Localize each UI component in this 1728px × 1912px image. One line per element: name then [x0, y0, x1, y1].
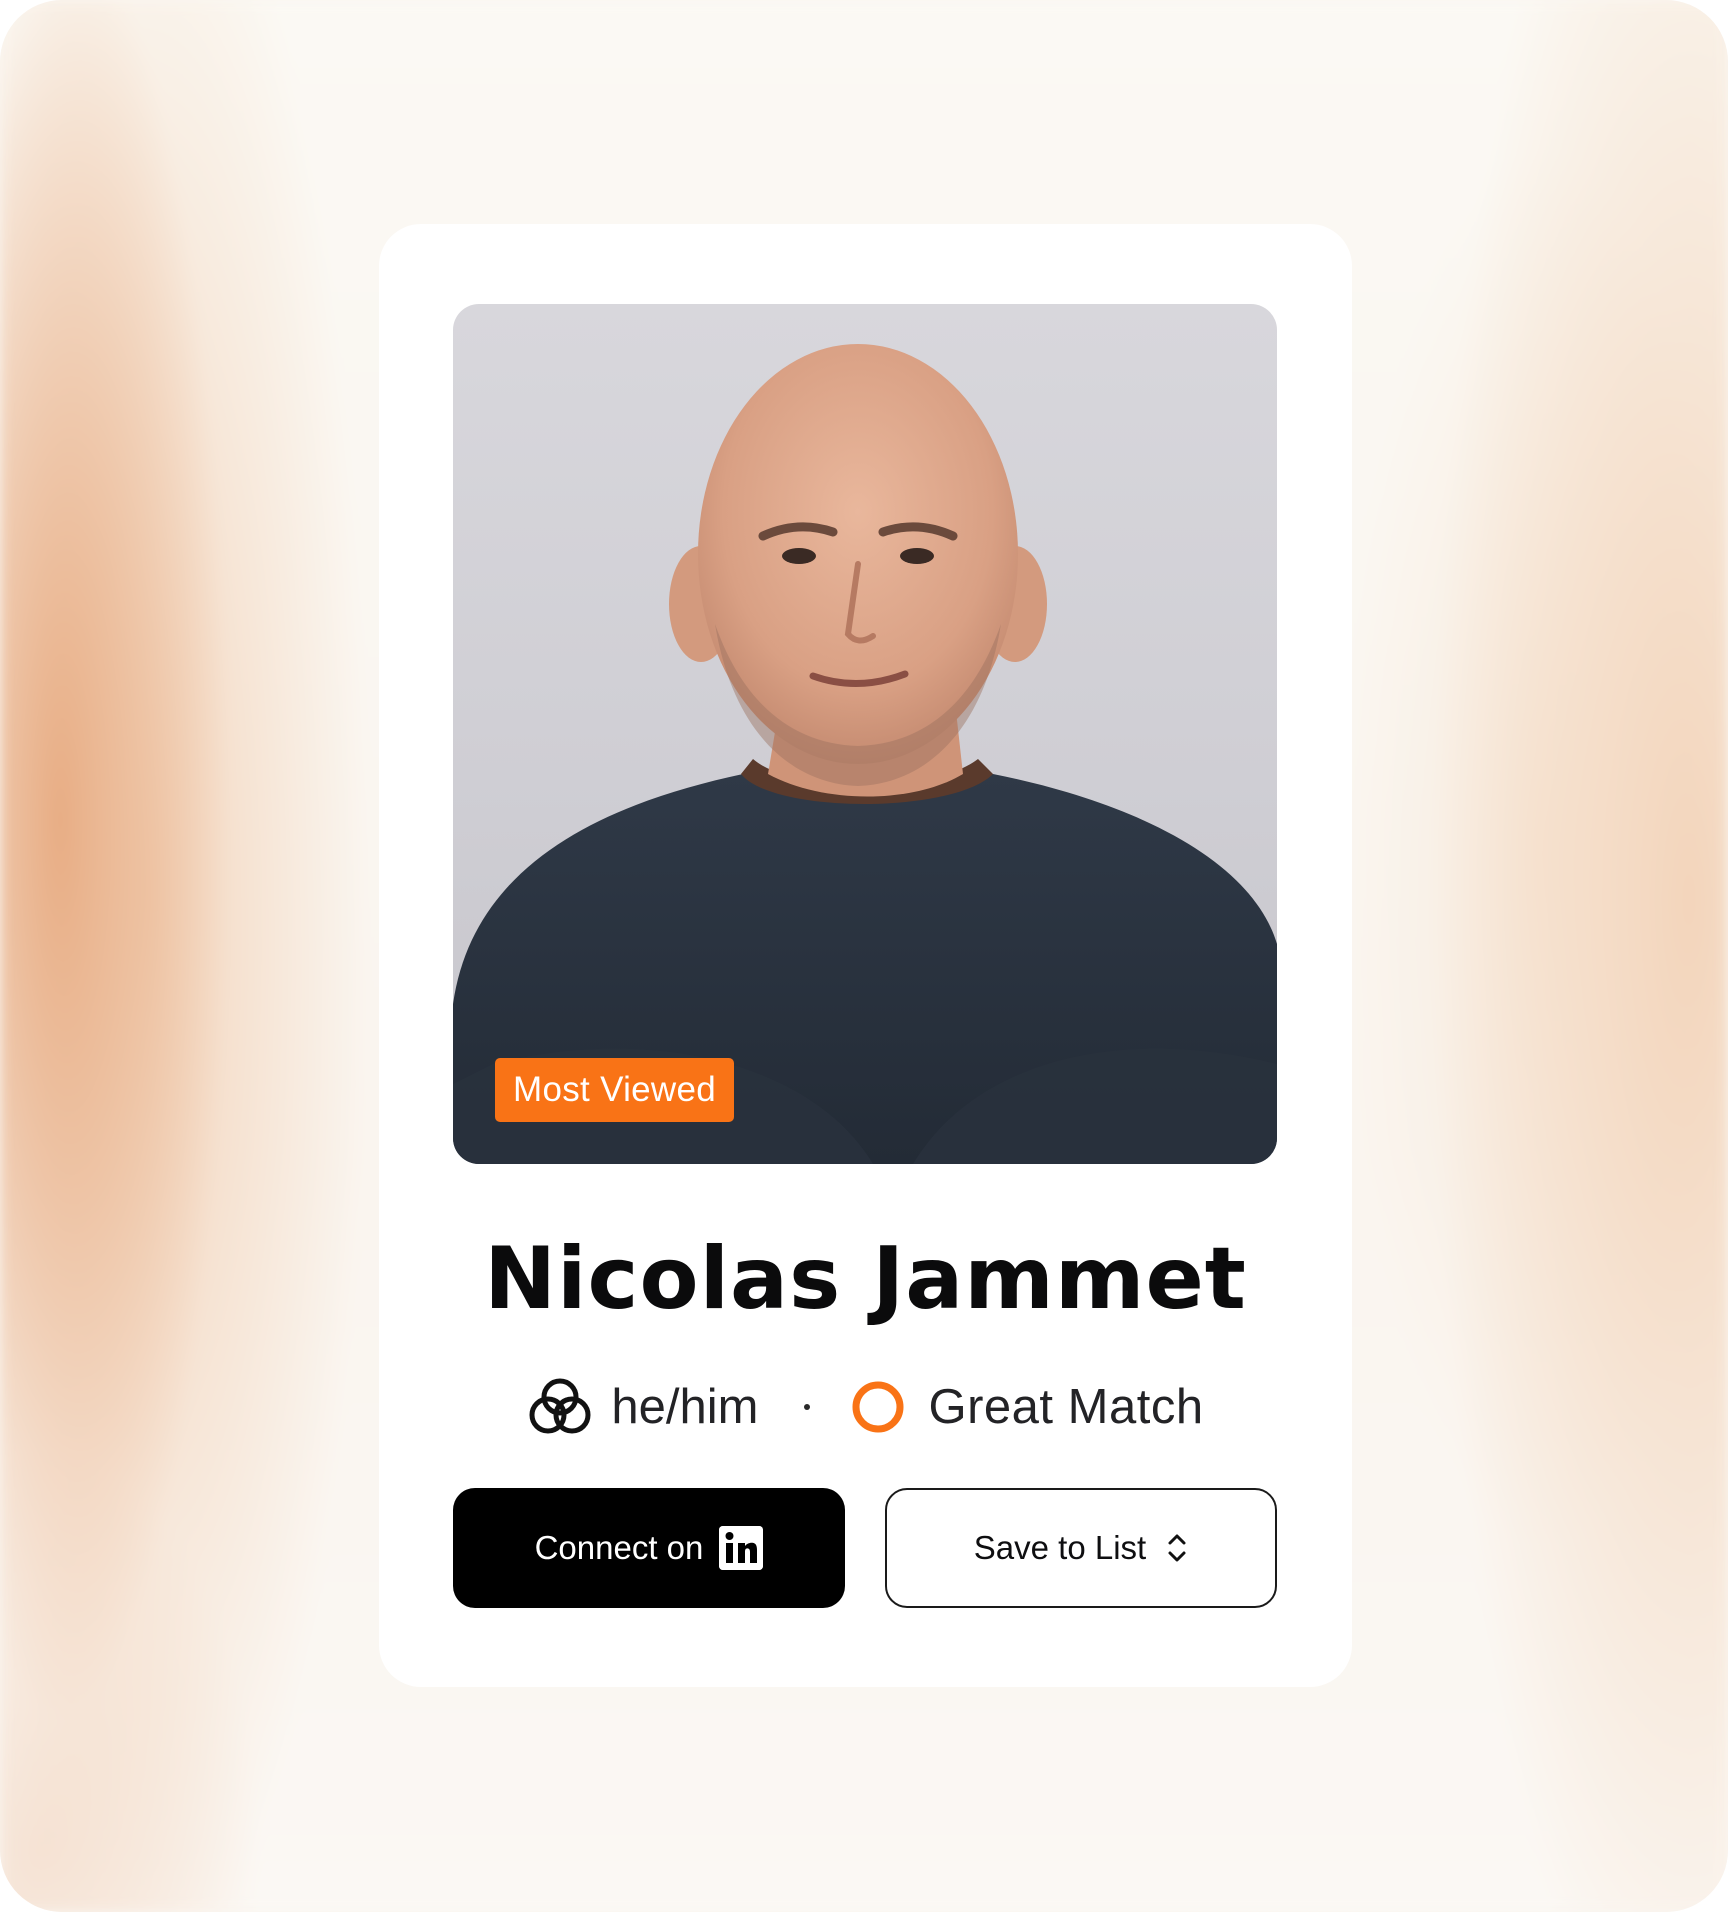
portrait-illustration [453, 344, 1277, 1164]
venn-circles-icon [527, 1375, 593, 1439]
connect-button-label: Connect on [534, 1529, 704, 1566]
pronouns-label: he/him [611, 1380, 759, 1434]
page-frame: Most Viewed Nicolas Jammet he/him Great … [0, 0, 1728, 1912]
linkedin-icon [719, 1526, 764, 1570]
profile-name: Nicolas Jammet [484, 1229, 1247, 1329]
profile-card: Most Viewed Nicolas Jammet he/him Great … [379, 224, 1352, 1687]
save-to-list-button[interactable]: Save to List [885, 1488, 1277, 1608]
chevron-up-down-icon [1166, 1530, 1188, 1566]
profile-meta-row: he/him Great Match [379, 1372, 1352, 1442]
separator-dot [804, 1404, 811, 1410]
match-label: Great Match [928, 1380, 1204, 1434]
most-viewed-badge: Most Viewed [495, 1058, 735, 1122]
connect-linkedin-button[interactable]: Connect on [453, 1488, 845, 1608]
ring-icon [850, 1379, 906, 1435]
profile-photo: Most Viewed [453, 304, 1277, 1164]
save-button-label: Save to List [973, 1529, 1147, 1566]
